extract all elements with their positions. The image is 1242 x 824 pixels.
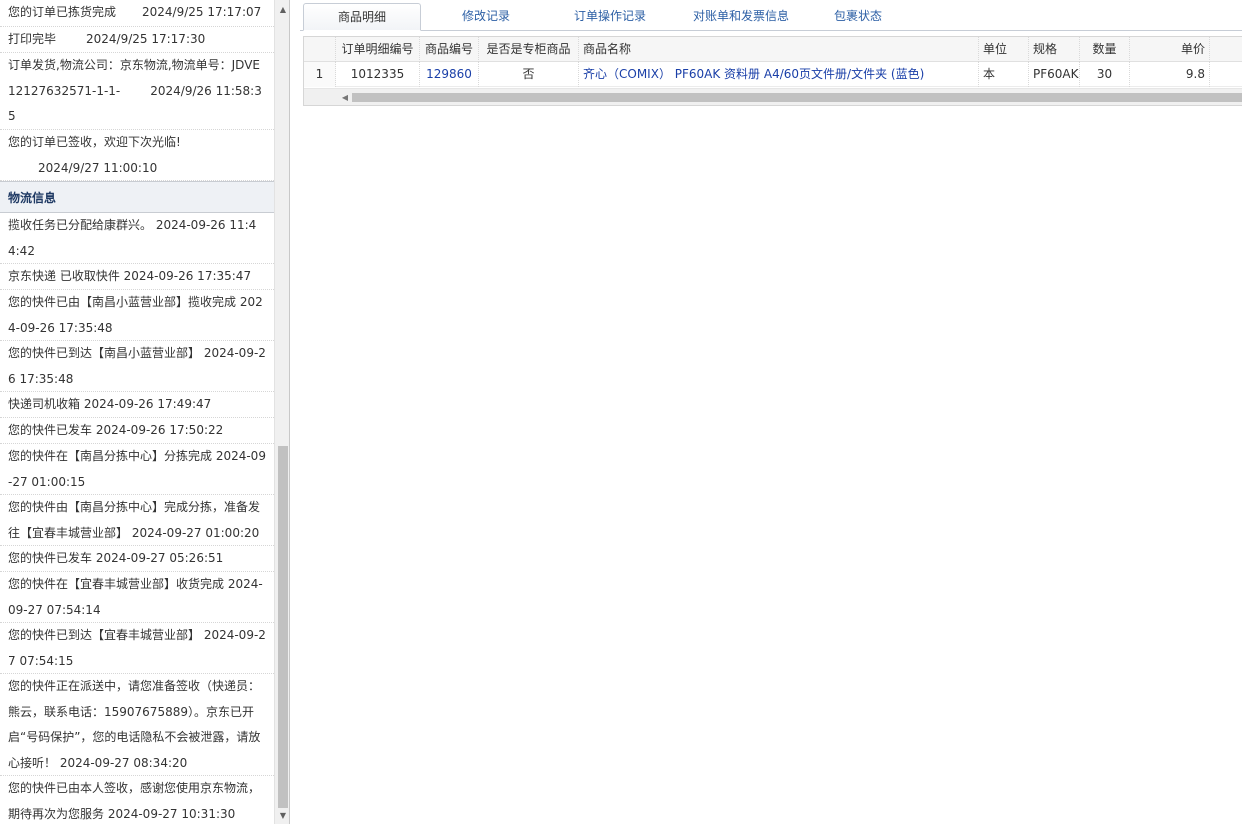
logistics-section-header: 物流信息 xyxy=(0,181,274,213)
logistics-item: 快递司机收箱 2024-09-26 17:49:47 xyxy=(0,392,274,418)
scroll-down-arrow-icon[interactable]: ▼ xyxy=(275,808,289,824)
order-log-item: 打印完毕 2024/9/25 17:17:30 xyxy=(0,27,274,53)
cell-detail-id: 1012335 xyxy=(336,62,420,87)
tab-product-details[interactable]: 商品明细 xyxy=(303,3,421,31)
row-number: 1 xyxy=(304,62,336,87)
logistics-item: 您的快件在【宜春丰城营业部】收货完成 2024-09-27 07:54:14 xyxy=(0,572,274,623)
order-log-text: 您的订单已拣货完成 xyxy=(8,5,117,19)
logistics-item: 您的快件已到达【南昌小蓝营业部】 2024-09-26 17:35:48 xyxy=(0,341,274,392)
header-filler xyxy=(1210,37,1242,62)
order-info-panel: 您的订单已拣货完成 2024/9/25 17:17:07 打印完毕 2024/9/2… xyxy=(0,0,290,824)
order-log-list: 您的订单已拣货完成 2024/9/25 17:17:07 打印完毕 2024/9/2… xyxy=(0,0,274,181)
header-product-name[interactable]: 商品名称 xyxy=(579,37,979,62)
order-log-item: 订单发货,物流公司：京东物流,物流单号：JDVE12127632571-1-1-… xyxy=(0,53,274,130)
cell-filler xyxy=(1210,62,1242,87)
order-log-item: 您的订单已拣货完成 2024/9/25 17:17:07 xyxy=(0,0,274,27)
logistics-item: 揽收任务已分配给康群兴。 2024-09-26 11:44:42 xyxy=(0,213,274,264)
order-log-text: 打印完毕 xyxy=(8,32,57,46)
scrollbar-thumb[interactable] xyxy=(278,446,288,808)
logistics-item: 京东快递 已收取快件 2024-09-26 17:35:47 xyxy=(0,264,274,290)
header-spec[interactable]: 规格 xyxy=(1029,37,1080,62)
cell-is-counter: 否 xyxy=(479,62,579,87)
logistics-item: 您的快件正在派送中，请您准备签收（快递员：熊云，联系电话：15907675889… xyxy=(0,674,274,776)
detail-panel: 商品明细 修改记录 订单操作记录 对账单和发票信息 包裹状态 订单明细编号 商品… xyxy=(300,0,1242,824)
order-log-time: 2024/9/25 17:17:07 xyxy=(142,5,262,19)
logistics-item: 您的快件已由本人签收，感谢您使用京东物流，期待再次为您服务 2024-09-27… xyxy=(0,776,274,824)
logistics-item: 您的快件已到达【宜春丰城营业部】 2024-09-27 07:54:15 xyxy=(0,623,274,674)
left-vertical-scrollbar[interactable]: ▲ ▼ xyxy=(274,0,289,824)
order-log-item: 您的订单已签收，欢迎下次光临! 2024/9/27 11:00:10 xyxy=(0,130,274,181)
grid-horizontal-scrollbar[interactable]: ◀ xyxy=(304,88,1242,105)
logistics-item: 您的快件已发车 2024-09-27 05:26:51 xyxy=(0,546,274,572)
header-product-id[interactable]: 商品编号 xyxy=(420,37,479,62)
cell-product-id-link[interactable]: 129860 xyxy=(420,62,479,87)
cell-unit: 本 xyxy=(979,62,1029,87)
order-log-time: 2024/9/27 11:00:10 xyxy=(38,160,158,175)
grid-header-row: 订单明细编号 商品编号 是否是专柜商品 商品名称 单位 规格 数量 单价 xyxy=(304,37,1242,62)
header-unit[interactable]: 单位 xyxy=(979,37,1029,62)
header-price[interactable]: 单价 xyxy=(1130,37,1210,62)
horizontal-scrollbar-thumb[interactable] xyxy=(352,93,1242,102)
header-qty[interactable]: 数量 xyxy=(1080,37,1130,62)
logistics-item: 您的快件已由【南昌小蓝营业部】揽收完成 2024-09-26 17:35:48 xyxy=(0,290,274,341)
order-log-time: 2024/9/25 17:17:30 xyxy=(86,32,206,46)
header-rownum xyxy=(304,37,336,62)
header-is-counter[interactable]: 是否是专柜商品 xyxy=(479,37,579,62)
product-grid: 订单明细编号 商品编号 是否是专柜商品 商品名称 单位 规格 数量 单价 1 1… xyxy=(303,36,1242,106)
scroll-left-arrow-icon[interactable]: ◀ xyxy=(338,89,352,105)
logistics-item: 您的快件在【南昌分拣中心】分拣完成 2024-09-27 01:00:15 xyxy=(0,444,274,495)
order-info-content: 您的订单已拣货完成 2024/9/25 17:17:07 打印完毕 2024/9/2… xyxy=(0,0,274,824)
logistics-item: 您的快件已发车 2024-09-26 17:50:22 xyxy=(0,418,274,444)
cell-spec: PF60AK xyxy=(1029,62,1080,87)
tab-order-operation-log[interactable]: 订单操作记录 xyxy=(552,3,668,31)
tab-statement-invoice[interactable]: 对账单和发票信息 xyxy=(676,3,806,31)
scroll-up-arrow-icon[interactable]: ▲ xyxy=(275,2,289,18)
tab-package-status[interactable]: 包裹状态 xyxy=(816,3,900,31)
tab-modification-log[interactable]: 修改记录 xyxy=(430,3,542,31)
cell-product-name-link[interactable]: 齐心（COMIX） PF60AK 资料册 A4/60页文件册/文件夹 (蓝色) xyxy=(579,62,979,87)
cell-price: 9.8 xyxy=(1130,62,1210,87)
cell-qty: 30 xyxy=(1080,62,1130,87)
tab-bar: 商品明细 修改记录 订单操作记录 对账单和发票信息 包裹状态 xyxy=(300,0,1242,31)
logistics-list: 揽收任务已分配给康群兴。 2024-09-26 11:44:42 京东快递 已收… xyxy=(0,213,274,824)
table-row[interactable]: 1 1012335 129860 否 齐心（COMIX） PF60AK 资料册 … xyxy=(304,62,1242,87)
logistics-item: 您的快件由【南昌分拣中心】完成分拣，准备发往【宜春丰城营业部】 2024-09-… xyxy=(0,495,274,546)
header-detail-id[interactable]: 订单明细编号 xyxy=(336,37,420,62)
order-log-text: 您的订单已签收，欢迎下次光临! xyxy=(8,135,181,149)
